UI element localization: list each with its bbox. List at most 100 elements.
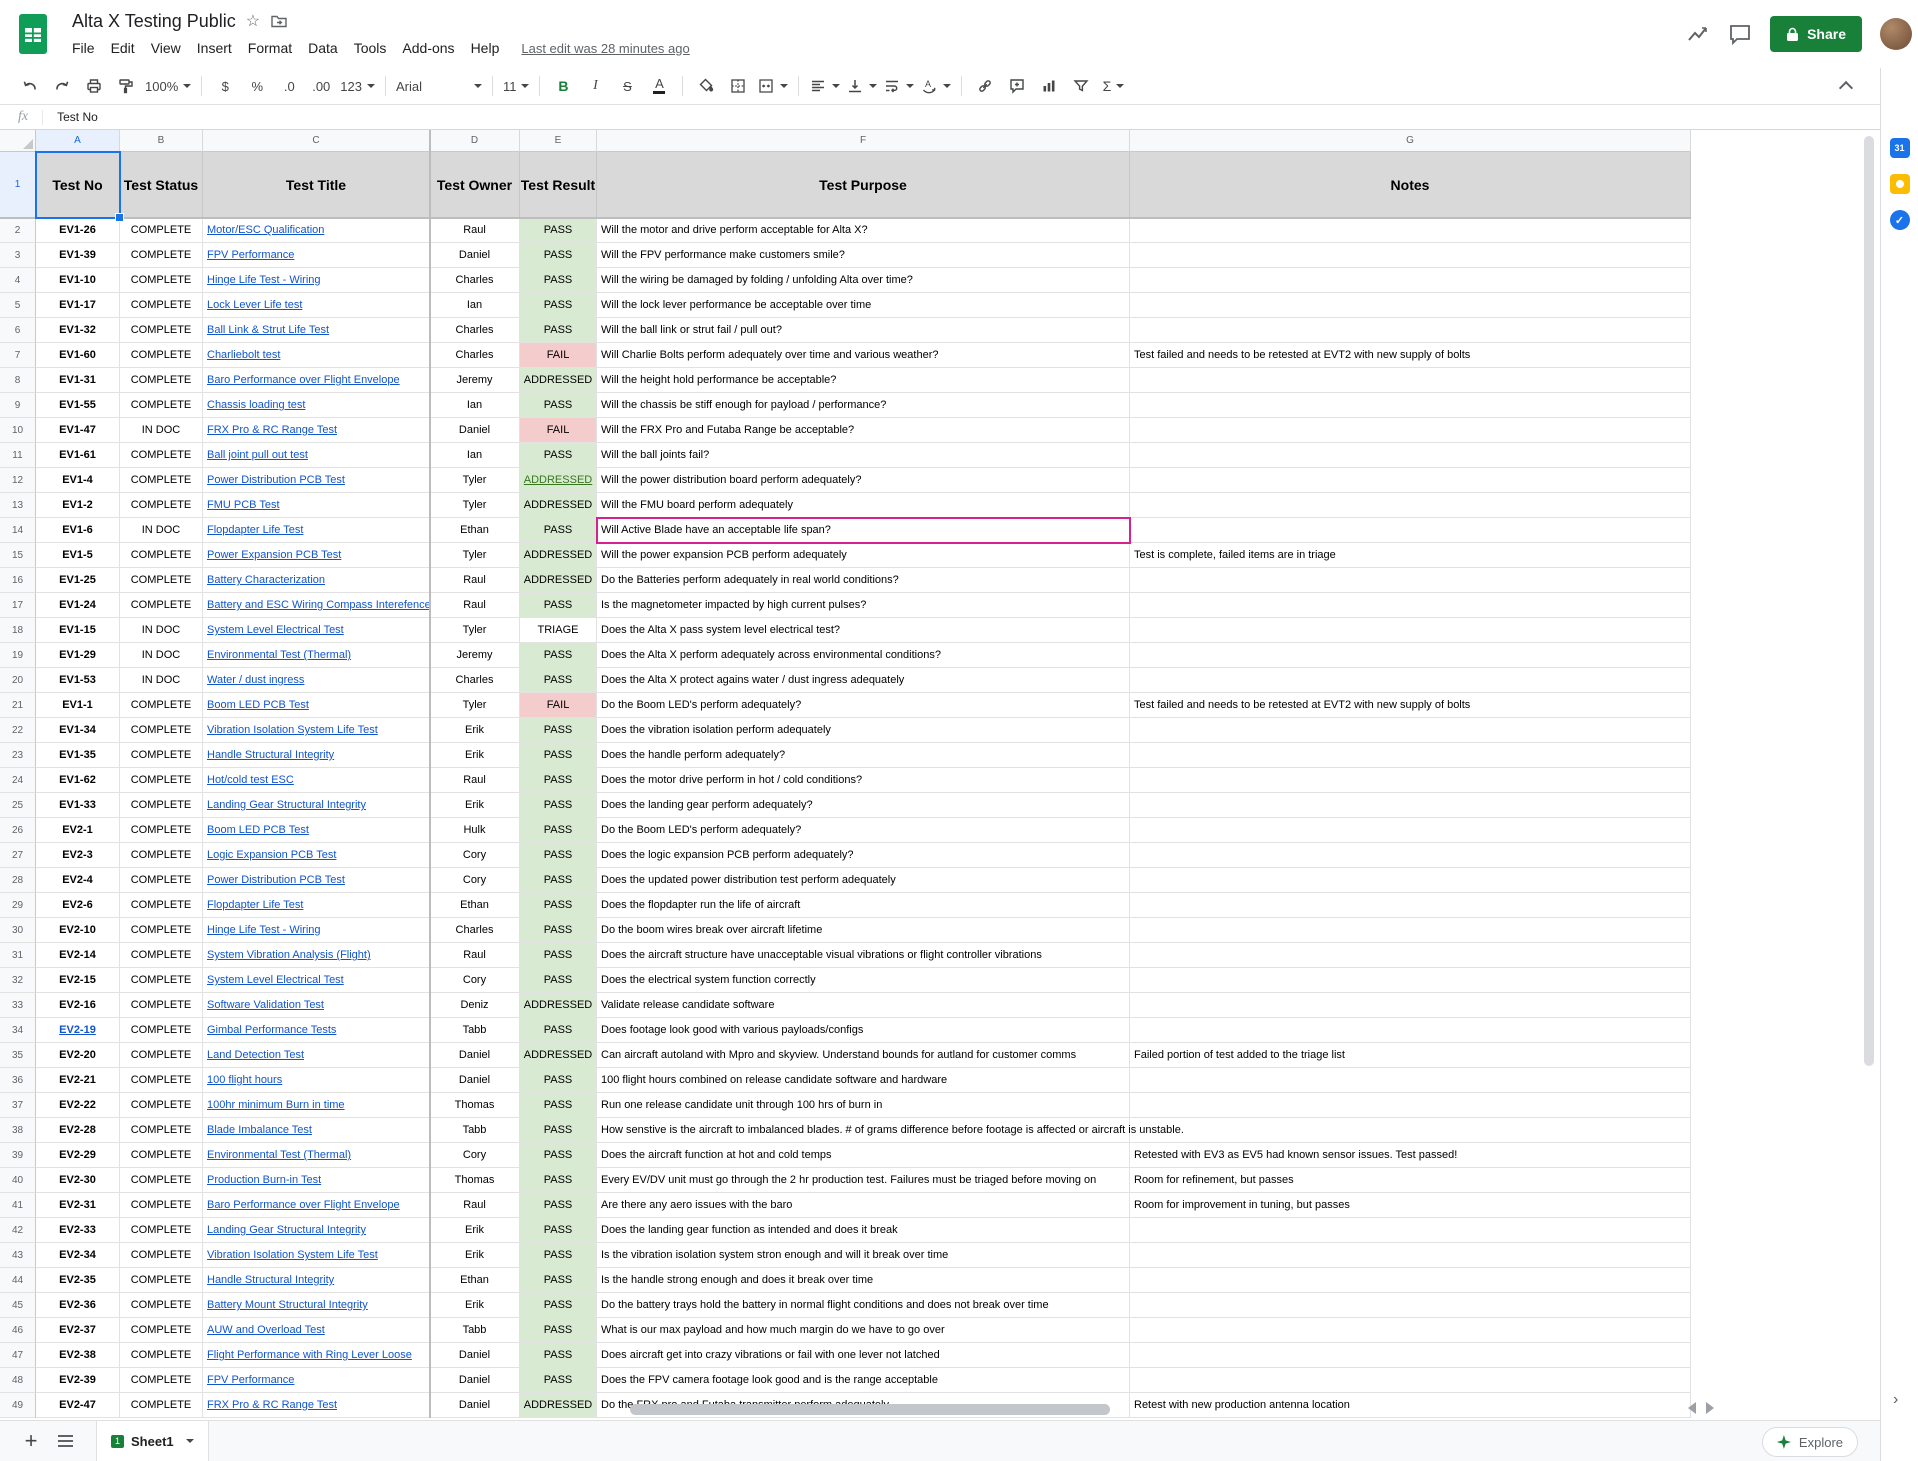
cell-A48[interactable]: EV2-39 — [36, 1368, 120, 1393]
row-header-40[interactable]: 40 — [0, 1168, 36, 1193]
row-header-11[interactable]: 11 — [0, 443, 36, 468]
cell-C14[interactable]: Flopdapter Life Test — [203, 518, 430, 543]
cell-B38[interactable]: COMPLETE — [120, 1118, 203, 1143]
row-header-48[interactable]: 48 — [0, 1368, 36, 1393]
cell-C21[interactable]: Boom LED PCB Test — [203, 693, 430, 718]
cell-C20[interactable]: Water / dust ingress — [203, 668, 430, 693]
cell-C43[interactable]: Vibration Isolation System Life Test — [203, 1243, 430, 1268]
cell-B27[interactable]: COMPLETE — [120, 843, 203, 868]
row-header-45[interactable]: 45 — [0, 1293, 36, 1318]
row-header-9[interactable]: 9 — [0, 393, 36, 418]
cell-G40[interactable]: Room for refinement, but passes — [1130, 1168, 1691, 1193]
cell-F12[interactable]: Will the power distribution board perfor… — [597, 468, 1130, 493]
cell-G43[interactable] — [1130, 1243, 1691, 1268]
cell-A36[interactable]: EV2-21 — [36, 1068, 120, 1093]
cell-E25[interactable]: PASS — [520, 793, 597, 818]
cell-A28[interactable]: EV2-4 — [36, 868, 120, 893]
cell-C24[interactable]: Hot/cold test ESC — [203, 768, 430, 793]
undo-button[interactable] — [14, 72, 46, 100]
cell-D37[interactable]: Thomas — [430, 1093, 520, 1118]
collapse-toolbar-button[interactable] — [1830, 72, 1862, 100]
cell-B28[interactable]: COMPLETE — [120, 868, 203, 893]
cell-C18[interactable]: System Level Electrical Test — [203, 618, 430, 643]
cell-F3[interactable]: Will the FPV performance make customers … — [597, 243, 1130, 268]
row-header-27[interactable]: 27 — [0, 843, 36, 868]
last-edit-link[interactable]: Last edit was 28 minutes ago — [521, 41, 689, 56]
cell-F20[interactable]: Does the Alta X protect agains water / d… — [597, 668, 1130, 693]
cell-E10[interactable]: FAIL — [520, 418, 597, 443]
hide-side-panel-icon[interactable]: › — [1893, 1391, 1898, 1409]
cell-F26[interactable]: Do the Boom LED's perform adequately? — [597, 818, 1130, 843]
menu-addons[interactable]: Add-ons — [394, 38, 462, 58]
cell-G47[interactable] — [1130, 1343, 1691, 1368]
row-header-41[interactable]: 41 — [0, 1193, 36, 1218]
cell-G48[interactable] — [1130, 1368, 1691, 1393]
cell-B26[interactable]: COMPLETE — [120, 818, 203, 843]
cell-A4[interactable]: EV1-10 — [36, 268, 120, 293]
decrease-decimals-button[interactable]: .0 — [273, 72, 305, 100]
cell-B32[interactable]: COMPLETE — [120, 968, 203, 993]
cell-D28[interactable]: Cory — [430, 868, 520, 893]
cell-E11[interactable]: PASS — [520, 443, 597, 468]
cell-B45[interactable]: COMPLETE — [120, 1293, 203, 1318]
cell-C19[interactable]: Environmental Test (Thermal) — [203, 643, 430, 668]
menu-edit[interactable]: Edit — [103, 38, 143, 58]
cell-D47[interactable]: Daniel — [430, 1343, 520, 1368]
cell-A18[interactable]: EV1-15 — [36, 618, 120, 643]
cell-E36[interactable]: PASS — [520, 1068, 597, 1093]
cell-E7[interactable]: FAIL — [520, 343, 597, 368]
row-header-37[interactable]: 37 — [0, 1093, 36, 1118]
cell-C5[interactable]: Lock Lever Life test — [203, 293, 430, 318]
cell-F6[interactable]: Will the ball link or strut fail / pull … — [597, 318, 1130, 343]
insert-link-button[interactable] — [969, 72, 1001, 100]
cell-E16[interactable]: ADDRESSED — [520, 568, 597, 593]
move-folder-icon[interactable] — [270, 12, 288, 30]
cell-A14[interactable]: EV1-6 — [36, 518, 120, 543]
cell-F23[interactable]: Does the handle perform adequately? — [597, 743, 1130, 768]
cell-D8[interactable]: Jeremy — [430, 368, 520, 393]
cell-G21[interactable]: Test failed and needs to be retested at … — [1130, 693, 1691, 718]
cell-C37[interactable]: 100hr minimum Burn in time — [203, 1093, 430, 1118]
cell-B37[interactable]: COMPLETE — [120, 1093, 203, 1118]
calendar-icon[interactable]: 31 — [1890, 138, 1910, 158]
menu-insert[interactable]: Insert — [189, 38, 240, 58]
vertical-scrollbar[interactable] — [1864, 136, 1874, 1066]
cell-E19[interactable]: PASS — [520, 643, 597, 668]
cell-D43[interactable]: Erik — [430, 1243, 520, 1268]
cell-B10[interactable]: IN DOC — [120, 418, 203, 443]
cell-G32[interactable] — [1130, 968, 1691, 993]
cell-E33[interactable]: ADDRESSED — [520, 993, 597, 1018]
cell-C9[interactable]: Chassis loading test — [203, 393, 430, 418]
all-sheets-button[interactable] — [48, 1435, 82, 1447]
row-header-1[interactable]: 1 — [0, 152, 36, 218]
cell-F32[interactable]: Does the electrical system function corr… — [597, 968, 1130, 993]
cell-D12[interactable]: Tyler — [430, 468, 520, 493]
cell-G36[interactable] — [1130, 1068, 1691, 1093]
cell-B8[interactable]: COMPLETE — [120, 368, 203, 393]
cell-B44[interactable]: COMPLETE — [120, 1268, 203, 1293]
cell-A25[interactable]: EV1-33 — [36, 793, 120, 818]
cell-A44[interactable]: EV2-35 — [36, 1268, 120, 1293]
cell-F43[interactable]: Is the vibration isolation system stron … — [597, 1243, 1130, 1268]
cell-F15[interactable]: Will the power expansion PCB perform ade… — [597, 543, 1130, 568]
cell-A13[interactable]: EV1-2 — [36, 493, 120, 518]
cell-E3[interactable]: PASS — [520, 243, 597, 268]
cell-C34[interactable]: Gimbal Performance Tests — [203, 1018, 430, 1043]
fill-color-button[interactable] — [690, 72, 722, 100]
cell-E17[interactable]: PASS — [520, 593, 597, 618]
cell-B46[interactable]: COMPLETE — [120, 1318, 203, 1343]
cell-C17[interactable]: Battery and ESC Wiring Compass Interefen… — [203, 593, 430, 618]
add-sheet-button[interactable]: + — [14, 1428, 48, 1454]
cell-G28[interactable] — [1130, 868, 1691, 893]
cell-C40[interactable]: Production Burn-in Test — [203, 1168, 430, 1193]
cell-G6[interactable] — [1130, 318, 1691, 343]
scroll-right-icon[interactable] — [1706, 1402, 1714, 1414]
cell-A5[interactable]: EV1-17 — [36, 293, 120, 318]
cell-F39[interactable]: Does the aircraft function at hot and co… — [597, 1143, 1130, 1168]
star-icon[interactable]: ☆ — [246, 11, 260, 31]
cell-B15[interactable]: COMPLETE — [120, 543, 203, 568]
cell-G5[interactable] — [1130, 293, 1691, 318]
cell-B14[interactable]: IN DOC — [120, 518, 203, 543]
cell-B39[interactable]: COMPLETE — [120, 1143, 203, 1168]
cell-A34[interactable]: EV2-19 — [36, 1018, 120, 1043]
